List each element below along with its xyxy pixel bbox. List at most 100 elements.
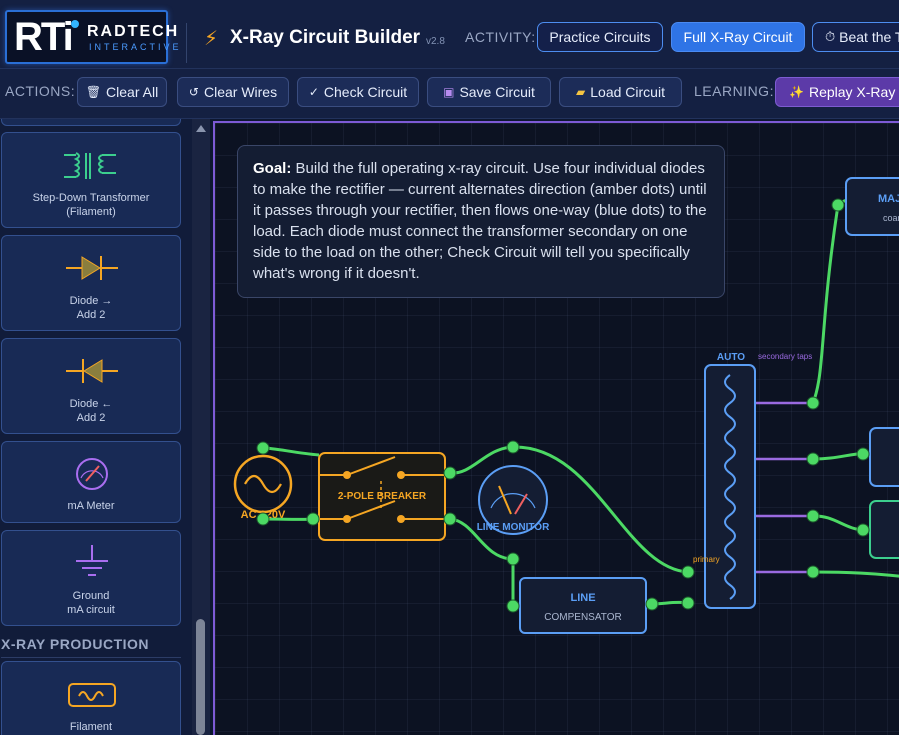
ac-source[interactable]: AC 120V [233, 454, 293, 521]
goal-heading: Goal: [253, 160, 292, 177]
logo-name: RADTECH [87, 23, 180, 40]
timer-component[interactable] [869, 500, 899, 559]
terminal[interactable] [443, 512, 457, 526]
two-pole-breaker[interactable]: 2-POLE BREAKER [318, 452, 446, 541]
section-title-xray-production: X-RAY PRODUCTION [1, 636, 150, 652]
terminal[interactable] [443, 466, 457, 480]
line-compensator[interactable]: LINE COMPENSATOR [519, 577, 647, 634]
button-label: Check Circuit [323, 84, 408, 100]
wire[interactable] [262, 446, 320, 457]
autotransformer[interactable]: AUTO secondary taps primary [693, 352, 812, 609]
palette-card-partial[interactable] [1, 119, 181, 126]
terminal[interactable] [806, 565, 820, 579]
minor-selector-component[interactable] [869, 427, 899, 487]
diode-forward-icon [66, 256, 118, 280]
palette-card-label: Step-Down Transformer [32, 192, 150, 204]
tap-wires [753, 401, 813, 574]
folder-icon: ▰ [576, 85, 586, 99]
terminal[interactable] [645, 597, 659, 611]
transformer-icon [64, 152, 116, 179]
button-label: Replay X-Ray [808, 84, 896, 100]
check-circuit-button[interactable]: ✓ Check Circuit [297, 77, 419, 107]
palette-card-label: Diode ← [69, 398, 113, 410]
terminal[interactable] [681, 565, 695, 579]
line-monitor[interactable]: LINE MONITOR [477, 465, 550, 535]
button-label: Clear All [106, 84, 159, 100]
palette-ma-meter[interactable]: mA Meter [1, 441, 181, 523]
ground-icon [76, 545, 108, 576]
lightning-icon: ⚡ [204, 26, 219, 50]
check-icon: ✓ [308, 85, 319, 99]
refresh-icon: ↺ [188, 85, 199, 99]
palette-card-sublabel: mA circuit [67, 604, 115, 616]
actions-toolbar: ACTIONS: 🗑 Clear All ↺ Clear Wires ✓ Check … [0, 69, 899, 119]
major-selector-title: MAJ [878, 193, 899, 205]
terminal[interactable] [806, 396, 820, 410]
palette-card-label: Ground [72, 590, 110, 602]
stopwatch-icon: ⏱ [825, 29, 836, 45]
palette-card-label: Diode → [69, 295, 113, 307]
palette-ground[interactable]: Ground mA circuit [1, 530, 181, 626]
circuit-canvas[interactable]: AC 120V 2-POLE BREAKER LINE MONITOR LINE… [213, 121, 899, 735]
terminal[interactable] [856, 523, 870, 537]
section-divider [1, 657, 181, 658]
palette-card-sublabel: (Filament) [66, 206, 116, 218]
wire[interactable] [812, 570, 899, 578]
terminal[interactable] [806, 452, 820, 466]
major-kv-selector[interactable]: MAJ coar [845, 177, 899, 236]
line-compensator-subtitle: COMPENSATOR [544, 612, 621, 623]
terminal[interactable] [681, 596, 695, 610]
scrollbar-thumb[interactable] [196, 619, 205, 735]
sidebar-scrollbar[interactable] [192, 119, 210, 735]
button-label: Save Circuit [459, 84, 535, 100]
breaker-label: 2-POLE BREAKER [338, 491, 427, 502]
terminal[interactable] [256, 512, 270, 526]
load-circuit-button[interactable]: ▰ Load Circuit [559, 77, 682, 107]
ma-meter-icon [76, 458, 108, 490]
header-divider [186, 23, 187, 63]
diode-reverse-icon [66, 359, 118, 383]
terminal[interactable] [856, 447, 870, 461]
tab-full-xray-circuit[interactable]: Full X-Ray Circuit [671, 22, 805, 52]
save-icon: ▣ [443, 85, 455, 99]
primary-label: primary [693, 555, 720, 564]
clear-all-button[interactable]: 🗑 Clear All [77, 77, 167, 107]
terminal[interactable] [506, 440, 520, 454]
palette-diode-reverse[interactable]: Diode ← Add 2 [1, 338, 181, 434]
goal-panel: Goal: Build the full operating x-ray cir… [237, 145, 725, 298]
tab-practice-circuits[interactable]: Practice Circuits [537, 22, 663, 52]
button-label: Load Circuit [590, 84, 665, 100]
auto-label: AUTO [717, 352, 745, 363]
save-circuit-button[interactable]: ▣ Save Circuit [427, 77, 551, 107]
terminal[interactable] [506, 552, 520, 566]
secondary-taps-label: secondary taps [758, 352, 812, 361]
terminal[interactable] [806, 509, 820, 523]
terminal[interactable] [506, 599, 520, 613]
wire[interactable] [811, 204, 840, 404]
line-monitor-label: LINE MONITOR [477, 522, 550, 533]
palette-filament[interactable]: Filament [1, 661, 181, 735]
logo-mark: RTi [14, 15, 74, 59]
clear-wires-button[interactable]: ↺ Clear Wires [177, 77, 289, 107]
palette-diode-forward[interactable]: Diode → Add 2 [1, 235, 181, 331]
terminal[interactable] [831, 198, 845, 212]
palette-card-sublabel: Add 2 [76, 412, 106, 424]
terminal[interactable] [256, 441, 270, 455]
app-title: X-Ray Circuit Builder [230, 27, 421, 48]
actions-label: ACTIONS: [5, 83, 76, 99]
tab-label: Practice Circuits [549, 29, 651, 45]
terminal[interactable] [306, 512, 320, 526]
app-window: RTi RADTECH INTERACTIVE ⚡ X-Ray Circuit … [0, 0, 899, 735]
version-label: v2.8 [426, 36, 445, 47]
radtech-logo: RTi RADTECH INTERACTIVE [5, 10, 179, 64]
tab-beat-the-timer[interactable]: ⏱ Beat the T [812, 22, 899, 52]
scroll-up-arrow-icon[interactable] [196, 125, 206, 132]
replay-xray-button[interactable]: ✨ Replay X-Ray [775, 77, 899, 107]
palette-step-down-transformer[interactable]: Step-Down Transformer (Filament) [1, 132, 181, 228]
line-compensator-title: LINE [570, 592, 595, 604]
major-selector-subtitle: coar [883, 213, 899, 223]
palette-card-label: mA Meter [67, 500, 115, 512]
filament-icon [68, 683, 116, 707]
header-bar: RTi RADTECH INTERACTIVE ⚡ X-Ray Circuit … [0, 0, 899, 69]
goal-text: Build the full operating x-ray circuit. … [253, 160, 707, 282]
